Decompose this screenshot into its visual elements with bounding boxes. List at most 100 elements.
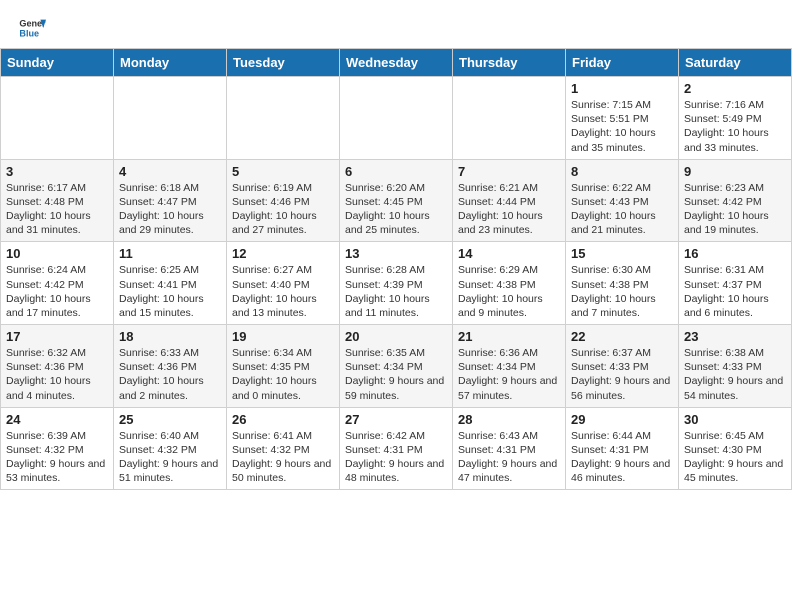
cell-info: Sunrise: 6:36 AM Sunset: 4:34 PM Dayligh… <box>458 346 560 403</box>
calendar-cell <box>453 77 566 160</box>
day-number: 17 <box>6 329 108 344</box>
calendar-cell: 4 Sunrise: 6:18 AM Sunset: 4:47 PM Daylig… <box>114 159 227 242</box>
day-number: 8 <box>571 164 673 179</box>
cell-info: Sunrise: 6:22 AM Sunset: 4:43 PM Dayligh… <box>571 181 673 238</box>
calendar-week-row: 3 Sunrise: 6:17 AM Sunset: 4:48 PM Daylig… <box>1 159 792 242</box>
calendar-cell: 10 Sunrise: 6:24 AM Sunset: 4:42 PM Dayli… <box>1 242 114 325</box>
day-number: 10 <box>6 246 108 261</box>
logo: General Blue <box>18 14 50 42</box>
calendar-cell: 21 Sunrise: 6:36 AM Sunset: 4:34 PM Dayli… <box>453 325 566 408</box>
cell-info: Sunrise: 6:34 AM Sunset: 4:35 PM Dayligh… <box>232 346 334 403</box>
day-number: 27 <box>345 412 447 427</box>
calendar-header-friday: Friday <box>566 49 679 77</box>
day-number: 18 <box>119 329 221 344</box>
calendar-week-row: 24 Sunrise: 6:39 AM Sunset: 4:32 PM Dayli… <box>1 407 792 490</box>
day-number: 1 <box>571 81 673 96</box>
calendar-header-wednesday: Wednesday <box>340 49 453 77</box>
calendar-cell <box>114 77 227 160</box>
page-header: General Blue <box>0 0 792 48</box>
day-number: 3 <box>6 164 108 179</box>
cell-info: Sunrise: 6:30 AM Sunset: 4:38 PM Dayligh… <box>571 263 673 320</box>
calendar-header-thursday: Thursday <box>453 49 566 77</box>
cell-info: Sunrise: 6:33 AM Sunset: 4:36 PM Dayligh… <box>119 346 221 403</box>
day-number: 20 <box>345 329 447 344</box>
day-number: 13 <box>345 246 447 261</box>
calendar-cell: 19Sunrise: 6:34 AM Sunset: 4:35 PM Dayli… <box>227 325 340 408</box>
calendar-cell: 11 Sunrise: 6:25 AM Sunset: 4:41 PM Dayli… <box>114 242 227 325</box>
calendar-week-row: 10 Sunrise: 6:24 AM Sunset: 4:42 PM Dayli… <box>1 242 792 325</box>
calendar-cell: 26 Sunrise: 6:41 AM Sunset: 4:32 PM Dayli… <box>227 407 340 490</box>
cell-info: Sunrise: 6:28 AM Sunset: 4:39 PM Dayligh… <box>345 263 447 320</box>
cell-info: Sunrise: 6:44 AM Sunset: 4:31 PM Dayligh… <box>571 429 673 486</box>
day-number: 28 <box>458 412 560 427</box>
calendar-cell: 25 Sunrise: 6:40 AM Sunset: 4:32 PM Dayli… <box>114 407 227 490</box>
day-number: 2 <box>684 81 786 96</box>
cell-info: Sunrise: 6:18 AM Sunset: 4:47 PM Dayligh… <box>119 181 221 238</box>
calendar-cell: 3 Sunrise: 6:17 AM Sunset: 4:48 PM Daylig… <box>1 159 114 242</box>
cell-info: Sunrise: 6:29 AM Sunset: 4:38 PM Dayligh… <box>458 263 560 320</box>
cell-info: Sunrise: 6:27 AM Sunset: 4:40 PM Dayligh… <box>232 263 334 320</box>
calendar-cell: 15 Sunrise: 6:30 AM Sunset: 4:38 PM Dayli… <box>566 242 679 325</box>
cell-info: Sunrise: 7:15 AM Sunset: 5:51 PM Dayligh… <box>571 98 673 155</box>
calendar-cell: 14Sunrise: 6:29 AM Sunset: 4:38 PM Dayli… <box>453 242 566 325</box>
calendar-week-row: 1 Sunrise: 7:15 AM Sunset: 5:51 PM Daylig… <box>1 77 792 160</box>
day-number: 25 <box>119 412 221 427</box>
cell-info: Sunrise: 6:19 AM Sunset: 4:46 PM Dayligh… <box>232 181 334 238</box>
calendar-cell: 1 Sunrise: 7:15 AM Sunset: 5:51 PM Daylig… <box>566 77 679 160</box>
day-number: 12 <box>232 246 334 261</box>
cell-info: Sunrise: 6:38 AM Sunset: 4:33 PM Dayligh… <box>684 346 786 403</box>
calendar-week-row: 17Sunrise: 6:32 AM Sunset: 4:36 PM Dayli… <box>1 325 792 408</box>
cell-info: Sunrise: 6:20 AM Sunset: 4:45 PM Dayligh… <box>345 181 447 238</box>
calendar-cell: 17Sunrise: 6:32 AM Sunset: 4:36 PM Dayli… <box>1 325 114 408</box>
cell-info: Sunrise: 6:23 AM Sunset: 4:42 PM Dayligh… <box>684 181 786 238</box>
cell-info: Sunrise: 6:25 AM Sunset: 4:41 PM Dayligh… <box>119 263 221 320</box>
calendar-cell: 27Sunrise: 6:42 AM Sunset: 4:31 PM Dayli… <box>340 407 453 490</box>
calendar-cell: 20 Sunrise: 6:35 AM Sunset: 4:34 PM Dayli… <box>340 325 453 408</box>
cell-info: Sunrise: 6:39 AM Sunset: 4:32 PM Dayligh… <box>6 429 108 486</box>
day-number: 4 <box>119 164 221 179</box>
svg-text:Blue: Blue <box>19 28 39 38</box>
cell-info: Sunrise: 6:35 AM Sunset: 4:34 PM Dayligh… <box>345 346 447 403</box>
day-number: 7 <box>458 164 560 179</box>
calendar-cell: 8 Sunrise: 6:22 AM Sunset: 4:43 PM Daylig… <box>566 159 679 242</box>
calendar-cell: 5 Sunrise: 6:19 AM Sunset: 4:46 PM Daylig… <box>227 159 340 242</box>
calendar-cell: 16 Sunrise: 6:31 AM Sunset: 4:37 PM Dayli… <box>679 242 792 325</box>
cell-info: Sunrise: 6:40 AM Sunset: 4:32 PM Dayligh… <box>119 429 221 486</box>
calendar-cell: 12 Sunrise: 6:27 AM Sunset: 4:40 PM Dayli… <box>227 242 340 325</box>
cell-info: Sunrise: 6:37 AM Sunset: 4:33 PM Dayligh… <box>571 346 673 403</box>
day-number: 21 <box>458 329 560 344</box>
cell-info: Sunrise: 6:17 AM Sunset: 4:48 PM Dayligh… <box>6 181 108 238</box>
day-number: 24 <box>6 412 108 427</box>
calendar-cell: 6 Sunrise: 6:20 AM Sunset: 4:45 PM Daylig… <box>340 159 453 242</box>
cell-info: Sunrise: 6:45 AM Sunset: 4:30 PM Dayligh… <box>684 429 786 486</box>
cell-info: Sunrise: 6:43 AM Sunset: 4:31 PM Dayligh… <box>458 429 560 486</box>
day-number: 29 <box>571 412 673 427</box>
cell-info: Sunrise: 6:41 AM Sunset: 4:32 PM Dayligh… <box>232 429 334 486</box>
day-number: 22 <box>571 329 673 344</box>
calendar-cell: 18 Sunrise: 6:33 AM Sunset: 4:36 PM Dayli… <box>114 325 227 408</box>
calendar-cell <box>1 77 114 160</box>
day-number: 9 <box>684 164 786 179</box>
calendar-cell: 9 Sunrise: 6:23 AM Sunset: 4:42 PM Daylig… <box>679 159 792 242</box>
calendar-cell: 22 Sunrise: 6:37 AM Sunset: 4:33 PM Dayli… <box>566 325 679 408</box>
cell-info: Sunrise: 6:31 AM Sunset: 4:37 PM Dayligh… <box>684 263 786 320</box>
calendar-cell <box>340 77 453 160</box>
cell-info: Sunrise: 6:24 AM Sunset: 4:42 PM Dayligh… <box>6 263 108 320</box>
calendar-cell: 29 Sunrise: 6:44 AM Sunset: 4:31 PM Dayli… <box>566 407 679 490</box>
calendar-cell: 30Sunrise: 6:45 AM Sunset: 4:30 PM Dayli… <box>679 407 792 490</box>
calendar-cell <box>227 77 340 160</box>
calendar-table: SundayMondayTuesdayWednesdayThursdayFrid… <box>0 48 792 490</box>
calendar-cell: 28 Sunrise: 6:43 AM Sunset: 4:31 PM Dayli… <box>453 407 566 490</box>
calendar-cell: 23Sunrise: 6:38 AM Sunset: 4:33 PM Dayli… <box>679 325 792 408</box>
cell-info: Sunrise: 6:21 AM Sunset: 4:44 PM Dayligh… <box>458 181 560 238</box>
day-number: 5 <box>232 164 334 179</box>
day-number: 16 <box>684 246 786 261</box>
day-number: 26 <box>232 412 334 427</box>
calendar-header-sunday: Sunday <box>1 49 114 77</box>
day-number: 11 <box>119 246 221 261</box>
day-number: 15 <box>571 246 673 261</box>
day-number: 6 <box>345 164 447 179</box>
calendar-header-tuesday: Tuesday <box>227 49 340 77</box>
calendar-header-row: SundayMondayTuesdayWednesdayThursdayFrid… <box>1 49 792 77</box>
calendar-cell: 2Sunrise: 7:16 AM Sunset: 5:49 PM Daylig… <box>679 77 792 160</box>
